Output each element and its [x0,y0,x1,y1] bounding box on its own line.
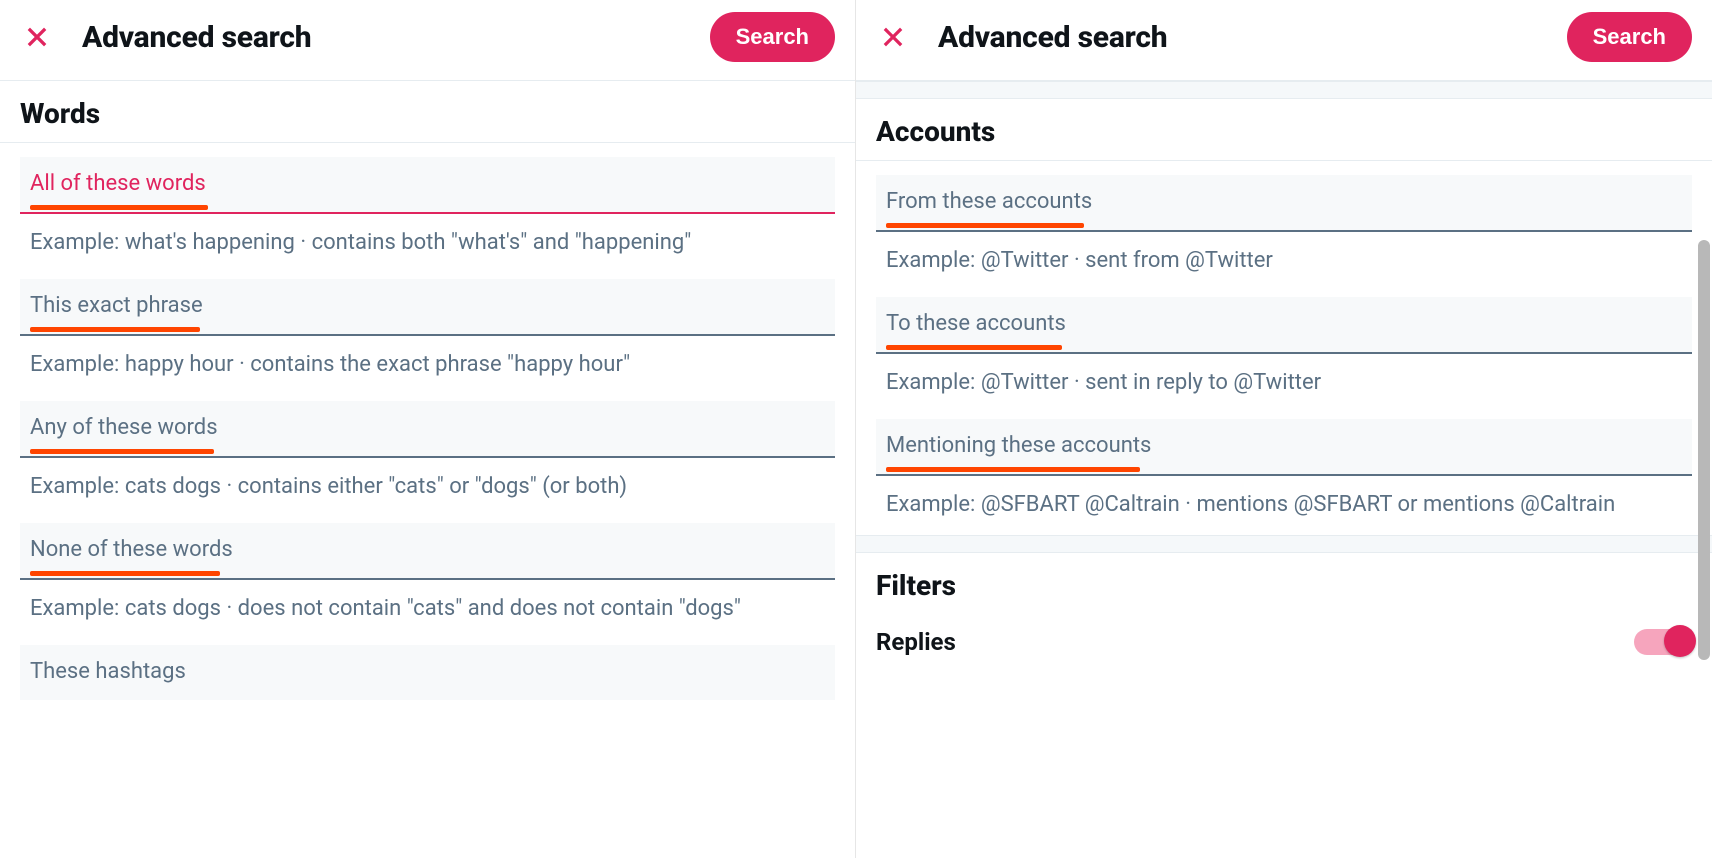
field-mentioning-accounts[interactable]: Mentioning these accounts [876,419,1692,476]
field-exact-phrase[interactable]: This exact phrase [20,279,835,336]
section-strip [856,535,1712,553]
close-icon[interactable] [876,20,910,54]
panel-left: Advanced search Search Words All of thes… [0,0,856,858]
header-left: Advanced search [876,20,1167,55]
scrollbar[interactable] [1698,240,1710,660]
field-example: Example: @SFBART @Caltrain · mentions @S… [876,476,1692,527]
header: Advanced search Search [0,0,855,81]
section-strip [856,81,1712,99]
section-title-words: Words [0,81,855,143]
field-from-accounts[interactable]: From these accounts [876,175,1692,232]
field-any-words[interactable]: Any of these words [20,401,835,458]
field-example: Example: cats dogs · contains either "ca… [20,458,835,509]
panel-right: Advanced search Search Accounts From the… [856,0,1712,858]
words-fields: All of these words Example: what's happe… [0,157,855,700]
field-none-words[interactable]: None of these words [20,523,835,580]
filter-label: Replies [876,628,956,656]
field-label: None of these words [30,537,233,562]
body-right: Accounts From these accounts Example: @T… [856,81,1712,858]
field-label: All of these words [30,171,206,196]
field-label: These hashtags [30,659,186,684]
section-title-filters: Filters [856,553,1712,614]
field-example: Example: cats dogs · does not contain "c… [20,580,835,631]
field-label: Mentioning these accounts [886,433,1151,458]
field-to-accounts[interactable]: To these accounts [876,297,1692,354]
replies-toggle[interactable] [1634,629,1692,655]
header: Advanced search Search [856,0,1712,81]
field-hashtags[interactable]: These hashtags [20,645,835,700]
accounts-fields: From these accounts Example: @Twitter · … [856,175,1712,527]
field-example: Example: @Twitter · sent from @Twitter [876,232,1692,283]
section-title-accounts: Accounts [856,99,1712,161]
field-label: Any of these words [30,415,218,440]
search-button[interactable]: Search [710,12,835,62]
field-example: Example: happy hour · contains the exact… [20,336,835,387]
field-all-words[interactable]: All of these words [20,157,835,214]
field-label: This exact phrase [30,293,203,318]
field-label: From these accounts [886,189,1092,214]
body-left: Words All of these words Example: what's… [0,81,855,858]
toggle-knob [1664,625,1696,657]
page-title: Advanced search [938,20,1167,55]
header-left: Advanced search [20,20,311,55]
field-example: Example: what's happening · contains bot… [20,214,835,265]
filter-row-replies: Replies [856,614,1712,666]
page-title: Advanced search [82,20,311,55]
search-button[interactable]: Search [1567,12,1692,62]
field-label: To these accounts [886,311,1066,336]
field-example: Example: @Twitter · sent in reply to @Tw… [876,354,1692,405]
close-icon[interactable] [20,20,54,54]
